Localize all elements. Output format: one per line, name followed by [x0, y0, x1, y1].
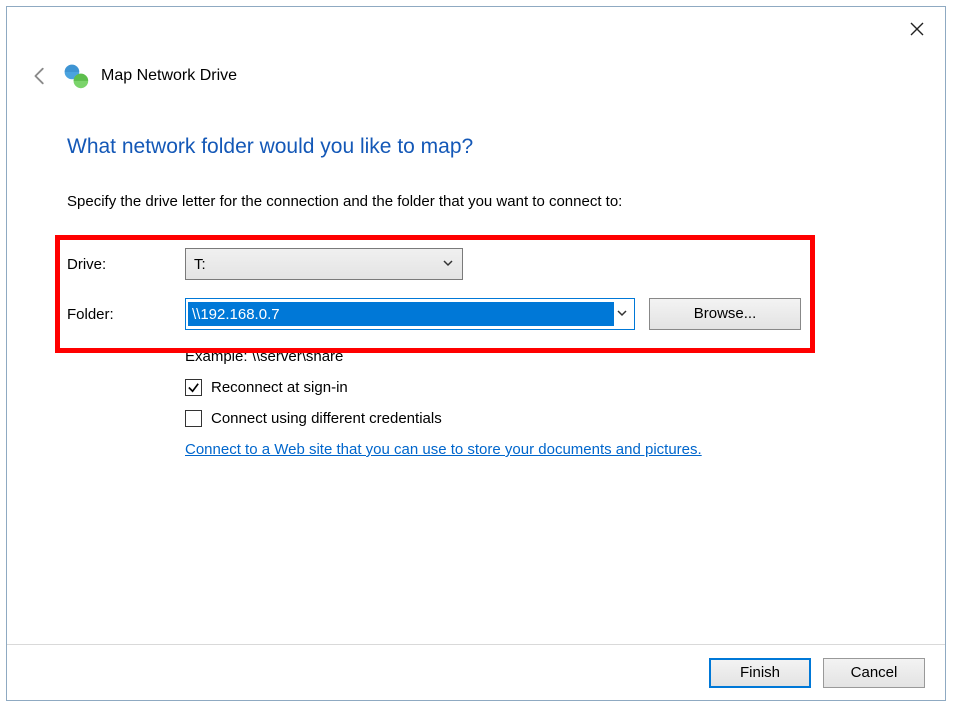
credentials-row[interactable]: Connect using different credentials	[185, 410, 885, 427]
credentials-checkbox[interactable]	[185, 410, 202, 427]
drive-select[interactable]: T:	[185, 248, 463, 280]
map-network-drive-dialog: Map Network Drive What network folder wo…	[6, 6, 946, 701]
drive-label: Drive:	[67, 256, 185, 273]
back-icon[interactable]	[29, 65, 51, 87]
dialog-title: Map Network Drive	[101, 67, 237, 85]
folder-input[interactable]	[188, 302, 614, 326]
example-text: Example: \\server\share	[185, 348, 885, 365]
chevron-down-icon	[442, 257, 454, 272]
connect-website-link[interactable]: Connect to a Web site that you can use t…	[185, 441, 702, 458]
network-drive-icon	[63, 63, 89, 89]
dialog-header: Map Network Drive	[29, 63, 237, 89]
drive-value: T:	[194, 256, 206, 273]
instructions: Specify the drive letter for the connect…	[67, 193, 885, 210]
dialog-footer: Finish Cancel	[7, 644, 945, 700]
folder-combobox[interactable]	[185, 298, 635, 330]
chevron-down-icon[interactable]	[616, 307, 628, 322]
credentials-label: Connect using different credentials	[211, 410, 442, 427]
browse-button[interactable]: Browse...	[649, 298, 801, 330]
finish-button[interactable]: Finish	[709, 658, 811, 688]
close-icon[interactable]	[907, 21, 927, 41]
drive-row: Drive: T:	[67, 248, 885, 280]
dialog-content: What network folder would you like to ma…	[67, 135, 885, 472]
connect-website-row: Connect to a Web site that you can use t…	[185, 441, 885, 458]
reconnect-checkbox[interactable]	[185, 379, 202, 396]
heading: What network folder would you like to ma…	[67, 135, 885, 159]
cancel-button[interactable]: Cancel	[823, 658, 925, 688]
folder-label: Folder:	[67, 306, 185, 323]
folder-row: Folder: Browse...	[67, 298, 885, 330]
reconnect-label: Reconnect at sign-in	[211, 379, 348, 396]
reconnect-row[interactable]: Reconnect at sign-in	[185, 379, 885, 396]
